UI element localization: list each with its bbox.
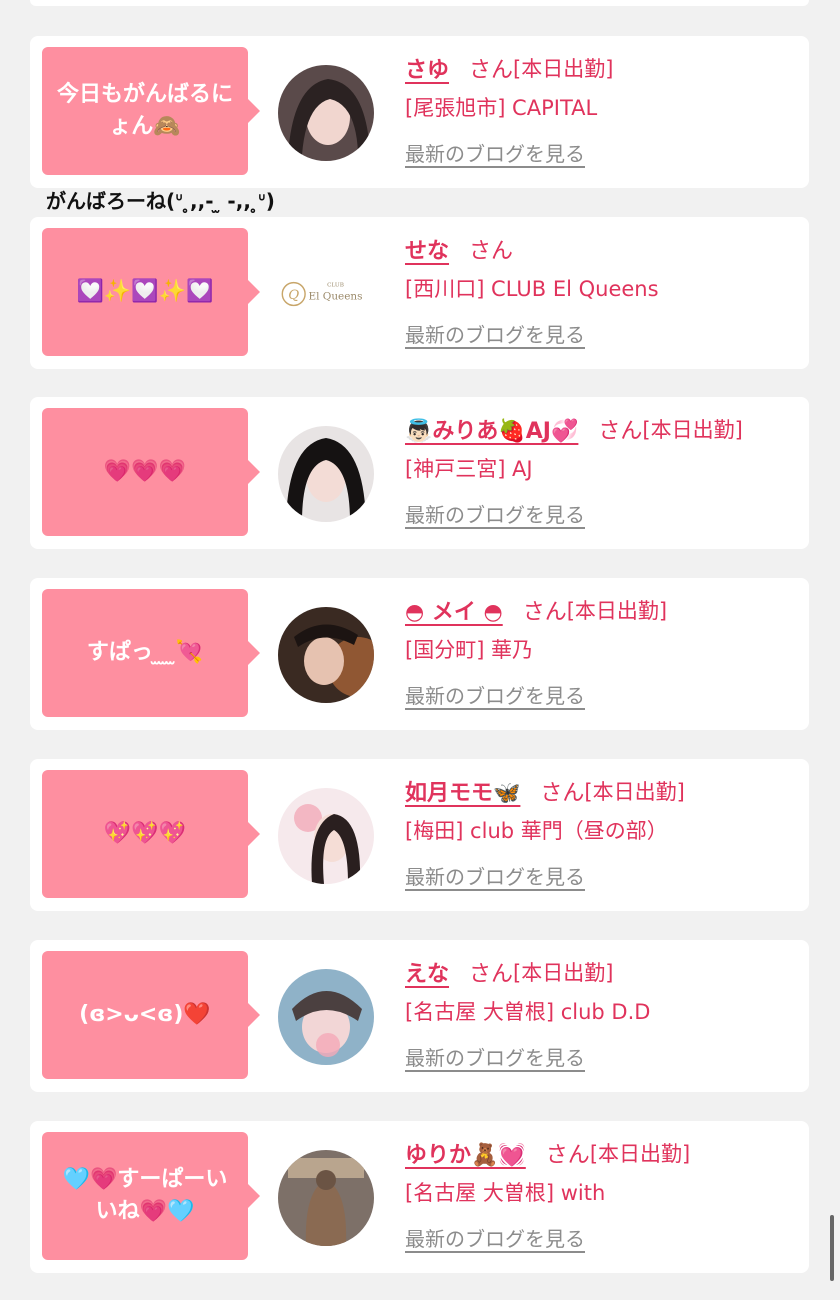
shop-name: [神戸三宮] AJ [405,457,533,481]
cast-name-link[interactable]: 👼🏻みりあ🍓AJ💞 [405,413,578,445]
club-logo-small-text: CLUB [327,282,344,288]
shop-name: [名古屋 大曽根] club D.D [405,1000,651,1024]
honorific: さん [469,962,514,987]
avatar[interactable] [278,65,374,161]
shop-name: [名古屋 大曽根] with [405,1181,606,1205]
honorific: さん [598,419,643,444]
cast-name-link[interactable]: ◓ メイ ◓ [405,594,503,626]
shop-name: [西川口] CLUB El Queens [405,277,659,301]
message-bubble: すぱっ ̫ ̫ ̫💘 [42,589,260,717]
avatar[interactable] [278,426,374,522]
status-badge: [本日出勤] [589,1142,691,1166]
honorific: さん [469,58,514,83]
honorific: さん [469,239,514,264]
caption-text: がんばろーね(ᐡ ̥,,- ̫ -,, ̥ᐡ) [46,189,275,213]
message-bubble: 💖💖💖 [42,770,260,898]
cast-card[interactable]: 💖💖💖 如月モモ🦋 さん [本日出勤] [梅田] club 華門（昼の部） 最新… [30,759,809,911]
shop-name: [国分町] 華乃 [405,638,534,662]
club-logo-text: El Queens [309,291,363,303]
avatar[interactable] [278,1150,374,1246]
message-bubble: 💟✨💟✨💟 [42,228,260,356]
honorific: さん [540,781,585,806]
latest-blog-link[interactable]: 最新のブログを見る [405,499,585,528]
cast-name-link[interactable]: えな [405,956,449,988]
latest-blog-link[interactable]: 最新のブログを見る [405,319,585,348]
latest-blog-link[interactable]: 最新のブログを見る [405,1042,585,1071]
cast-blog-feed: 今日もがんばるにょん🙈 さゆ さん [本日出勤] [尾張旭市] CAPITAL … [0,0,840,1300]
status-badge: [本日出勤] [584,780,685,804]
club-logo[interactable]: Q CLUB El Queens [278,246,374,342]
honorific: さん [522,600,567,625]
cast-card[interactable]: すぱっ ̫ ̫ ̫💘 ◓ メイ ◓ さん [本日出勤] [国分町] 華乃 最新の… [30,578,809,730]
message-bubble: 💗💗💗 [42,408,260,536]
latest-blog-link[interactable]: 最新のブログを見る [405,680,585,709]
cast-card[interactable]: 💟✨💟✨💟 Q CLUB El Queens せな さん [西川口] CLUB … [30,217,809,369]
cast-card[interactable]: (ɞ>ᴗ<ɞ)❤️ えな さん [本日出勤] [名古屋 大曽根] club D.… [30,940,809,1092]
cast-card[interactable]: 今日もがんばるにょん🙈 さゆ さん [本日出勤] [尾張旭市] CAPITAL … [30,36,809,188]
status-badge: [本日出勤] [513,961,614,985]
cast-name-link[interactable]: さゆ [405,52,449,84]
shop-name: [尾張旭市] CAPITAL [405,96,598,120]
avatar[interactable] [278,607,374,703]
svg-text:Q: Q [288,288,299,303]
shop-name: [梅田] club 華門（昼の部） [405,819,668,843]
cast-name-link[interactable]: せな [405,233,449,265]
cast-name-link[interactable]: ゆりか🧸💓 [405,1137,526,1169]
cast-card[interactable]: 💗💗💗 👼🏻みりあ🍓AJ💞 さん [本日出勤] [神戸三宮] AJ 最新のブログ… [30,397,809,549]
scrollbar[interactable] [830,1215,834,1281]
honorific: さん [545,1143,590,1168]
status-badge: [本日出勤] [513,57,614,81]
avatar[interactable] [278,788,374,884]
latest-blog-link[interactable]: 最新のブログを見る [405,1223,585,1252]
cast-card[interactable]: 🩵💗すーぱーいいね💗🩵 ゆりか🧸💓 さん [本日出勤] [名古屋 大曽根] wi… [30,1121,809,1273]
message-bubble: 今日もがんばるにょん🙈 [42,47,260,175]
message-bubble: 🩵💗すーぱーいいね💗🩵 [42,1132,260,1260]
latest-blog-link[interactable]: 最新のブログを見る [405,138,585,167]
latest-blog-link[interactable]: 最新のブログを見る [405,861,585,890]
message-bubble: (ɞ>ᴗ<ɞ)❤️ [42,951,260,1079]
status-badge: [本日出勤] [642,418,743,442]
avatar[interactable] [278,969,374,1065]
cast-name-link[interactable]: 如月モモ🦋 [405,775,520,807]
status-badge: [本日出勤] [566,599,668,623]
